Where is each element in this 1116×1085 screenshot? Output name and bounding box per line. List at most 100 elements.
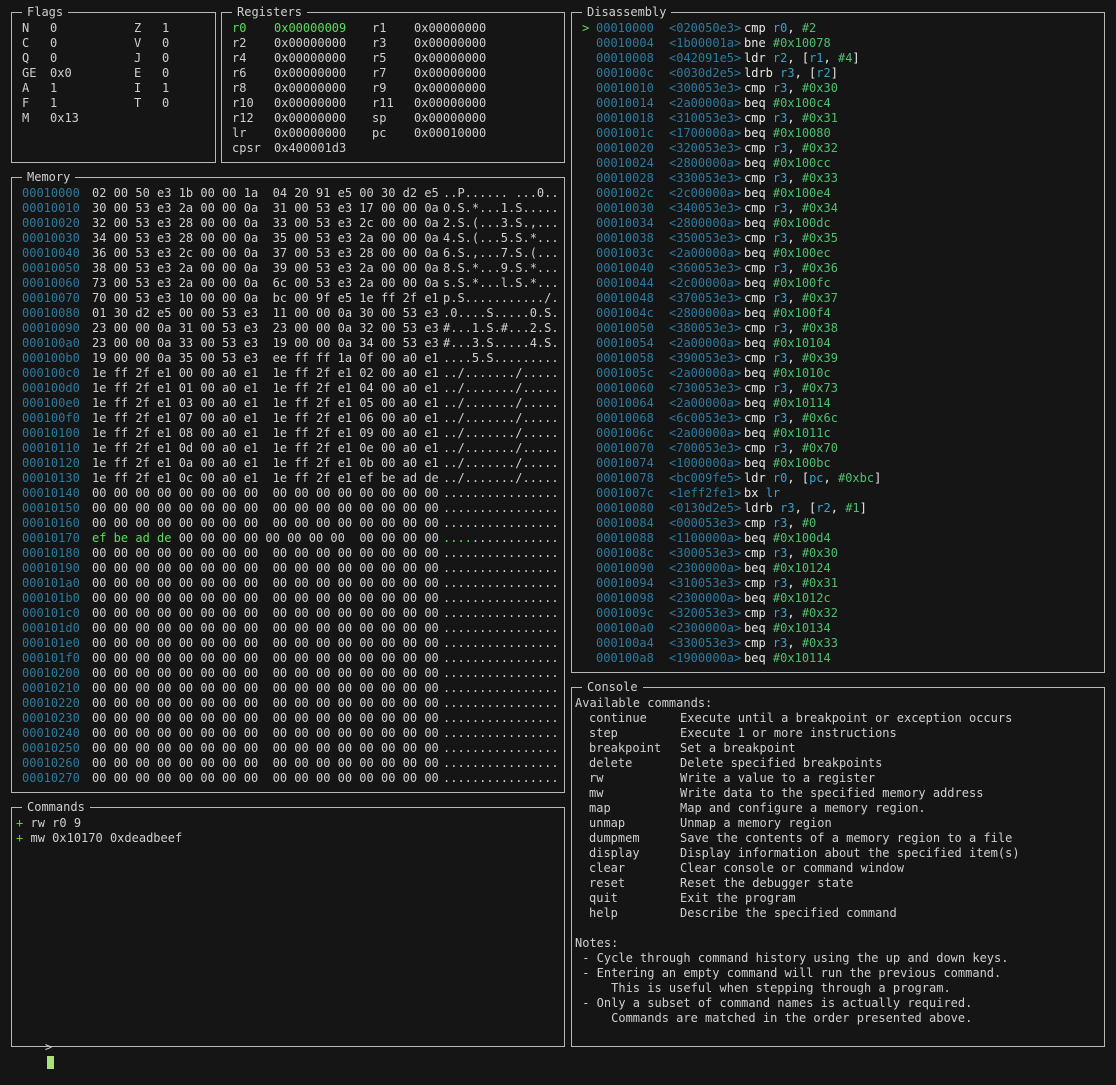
disassembly-row[interactable]: 00010070 <700053e3> cmp r3, #0x70	[582, 441, 1102, 456]
disassembly-row[interactable]: 00010004 <1b00001a> bne #0x10078	[582, 36, 1102, 51]
console-command-name: delete	[589, 756, 633, 770]
memory-address: 000101f0	[22, 651, 80, 665]
disassembly-row[interactable]: 00010044 <2c00000a> beq #0x100fc	[582, 276, 1102, 291]
disassembly-row[interactable]: 0001007c <1eff2fe1> bx lr	[582, 486, 1102, 501]
disassembly-row[interactable]: 000100a4 <330053e3> cmp r3, #0x33	[582, 636, 1102, 651]
memory-ascii: ................	[443, 771, 559, 786]
memory-panel[interactable]: Memory 00010000 02 00 50 e3 1b 00 00 1a 0…	[11, 169, 565, 793]
flag-value: 0	[50, 21, 58, 35]
disassembly-row[interactable]: 0001000c <0030d2e5> ldrb r3, [r2]	[582, 66, 1102, 81]
instruction-text: beq #0x1011c	[744, 426, 831, 441]
console-command-entry: display Display information about the spe…	[575, 846, 1095, 861]
instruction-bytes: <2a00000a>	[669, 366, 742, 380]
disassembly-row[interactable]: 00010028 <330053e3> cmp r3, #0x33	[582, 171, 1102, 186]
disassembly-row[interactable]: 00010090 <2300000a> beq #0x10124	[582, 561, 1102, 576]
disassembly-row[interactable]: 0001001c <1700000a> beq #0x10080	[582, 126, 1102, 141]
command-history-item[interactable]: + mw 0x10170 0xdeadbeef	[16, 831, 182, 846]
disassembly-row[interactable]: 00010030 <340053e3> cmp r3, #0x34	[582, 201, 1102, 216]
memory-hex-bytes: 19 00 00 0a 35 00 53 e3 ee ff ff 1a 0f 0…	[92, 351, 439, 365]
disassembly-row[interactable]: 0001009c <320053e3> cmp r3, #0x32	[582, 606, 1102, 621]
instruction-address: 00010068	[596, 411, 654, 425]
instruction-address: 00010090	[596, 561, 654, 575]
disassembly-row[interactable]: 00010010 <300053e3> cmp r3, #0x30	[582, 81, 1102, 96]
disassembly-row[interactable]: 00010008 <042091e5> ldr r2, [r1, #4]	[582, 51, 1102, 66]
instruction-address: 00010024	[596, 156, 654, 170]
operand-immediate: #0x30	[801, 546, 838, 560]
memory-hex: 00 00 00 00 00 00 00 00 00 00 00 00 00 0…	[92, 501, 439, 516]
memory-row: 000100c0 1e ff 2f e1 00 00 a0 e1 1e ff 2f…	[22, 366, 559, 381]
flags-panel: Flags N 0 Z 1 C 0 V 0 Q 0 J 0 GE 0x0 E 0 A 1 I 1 F 1 T 0 M 0x13	[11, 4, 216, 163]
disassembly-row[interactable]: 00010094 <310053e3> cmp r3, #0x31	[582, 576, 1102, 591]
disassembly-row[interactable]: 000100a8 <1900000a> beq #0x10114	[582, 651, 1102, 666]
disassembly-row[interactable]: 00010048 <370053e3> cmp r3, #0x37	[582, 291, 1102, 306]
disassembly-row[interactable]: 00010038 <350053e3> cmp r3, #0x35	[582, 231, 1102, 246]
command-history-item[interactable]: + rw r0 9	[16, 816, 182, 831]
memory-ascii-text: ................	[443, 606, 559, 620]
console-command-entry: delete Delete specified breakpoints	[575, 756, 1095, 771]
operand-register: r3	[772, 321, 788, 335]
disassembly-row[interactable]: 0001006c <2a00000a> beq #0x1011c	[582, 426, 1102, 441]
disassembly-row[interactable]: 00010060 <730053e3> cmp r3, #0x73	[582, 381, 1102, 396]
commands-panel[interactable]: Commands + rw r0 9 + mw 0x10170 0xdeadbee…	[11, 799, 565, 1069]
disassembly-row[interactable]: 00010058 <390053e3> cmp r3, #0x39	[582, 351, 1102, 366]
disassembly-row[interactable]: 00010040 <360053e3> cmp r3, #0x36	[582, 261, 1102, 276]
disassembly-row[interactable]: 00010018 <310053e3> cmp r3, #0x31	[582, 111, 1102, 126]
memory-ascii: ../......./.....	[443, 396, 559, 411]
operand-punctuation: ]	[830, 66, 838, 80]
memory-address: 000100e0	[22, 396, 80, 410]
instruction-mnemonic: cmp	[744, 441, 766, 455]
instruction-bytes: <bc009fe5>	[669, 471, 742, 485]
memory-ascii-text: ................	[443, 726, 559, 740]
disassembly-row[interactable]: 0001002c <2c00000a> beq #0x100e4	[582, 186, 1102, 201]
command-prompt-line[interactable]: >	[16, 1025, 54, 1069]
register-row: cpsr 0x400001d3	[232, 141, 552, 156]
instruction-mnemonic: cmp	[744, 171, 766, 185]
console-command-entry: continue Execute until a breakpoint or ex…	[575, 711, 1095, 726]
disassembly-row[interactable]: 0001008c <300053e3> cmp r3, #0x30	[582, 546, 1102, 561]
disassembly-row[interactable]: 0001003c <2a00000a> beq #0x100ec	[582, 246, 1102, 261]
memory-ascii: ................	[443, 561, 559, 576]
disassembly-row[interactable]: 000100a0 <2300000a> beq #0x10134	[582, 621, 1102, 636]
operand-punctuation: ,	[787, 171, 802, 185]
operand-immediate: #0x10078	[772, 36, 831, 50]
disassembly-row[interactable]: 00010050 <380053e3> cmp r3, #0x38	[582, 321, 1102, 336]
console-spacer	[575, 921, 1095, 936]
disassembly-row[interactable]: 00010014 <2a00000a> beq #0x100c4	[582, 96, 1102, 111]
disassembly-row[interactable]: 00010068 <6c0053e3> cmp r3, #0x6c	[582, 411, 1102, 426]
disassembly-panel[interactable]: Disassembly >00010000 <020050e3> cmp r0, #…	[571, 4, 1105, 673]
disassembly-row[interactable]: 00010078 <bc009fe5> ldr r0, [pc, #0xbc]	[582, 471, 1102, 486]
instruction-mnemonic: beq	[744, 276, 766, 290]
instruction-mnemonic: cmp	[744, 636, 766, 650]
memory-ascii-text: ../......./.....	[443, 426, 559, 440]
disassembly-row[interactable]: >00010000 <020050e3> cmp r0, #2	[582, 21, 1102, 36]
instruction-bytes: <2c00000a>	[669, 276, 742, 290]
disassembly-row[interactable]: 00010088 <1100000a> beq #0x100d4	[582, 531, 1102, 546]
memory-ascii: ../......./.....	[443, 381, 559, 396]
register-row: r8 0x00000000 r9 0x00000000	[232, 81, 552, 96]
disassembly-row[interactable]: 00010080 <0130d2e5> ldrb r3, [r2, #1]	[582, 501, 1102, 516]
operand-immediate: #0x35	[801, 231, 838, 245]
disassembly-row[interactable]: 00010064 <2a00000a> beq #0x10114	[582, 396, 1102, 411]
memory-hex-bytes: 38 00 53 e3 2a 00 00 0a 39 00 53 e3 2a 0…	[92, 261, 439, 275]
memory-hex-bytes: 1e ff 2f e1 00 00 a0 e1 1e ff 2f e1 02 0…	[92, 366, 439, 380]
console-command-entry: map Map and configure a memory region.	[575, 801, 1095, 816]
disassembly-row[interactable]: 00010054 <2a00000a> beq #0x10104	[582, 336, 1102, 351]
disassembly-row[interactable]: 0001005c <2a00000a> beq #0x1010c	[582, 366, 1102, 381]
memory-ascii: ....5.S.........	[443, 351, 559, 366]
console-command-entry: clear Clear console or command window	[575, 861, 1095, 876]
console-panel[interactable]: Console Available commands: continue Execu…	[571, 679, 1105, 1047]
instruction-text: beq #0x100d4	[744, 531, 831, 546]
memory-hex-bytes: 00 00 00 00 00 00 00 00 00 00 00 00 00 0…	[92, 636, 439, 650]
disassembly-row[interactable]: 00010024 <2800000a> beq #0x100cc	[582, 156, 1102, 171]
instruction-address: 0001009c	[596, 606, 654, 620]
disassembly-row[interactable]: 00010074 <1000000a> beq #0x100bc	[582, 456, 1102, 471]
disassembly-row[interactable]: 00010084 <000053e3> cmp r3, #0	[582, 516, 1102, 531]
disassembly-row[interactable]: 00010098 <2300000a> beq #0x1012c	[582, 591, 1102, 606]
instruction-text: beq #0x10114	[744, 651, 831, 666]
disassembly-row[interactable]: 00010020 <320053e3> cmp r3, #0x32	[582, 141, 1102, 156]
instruction-address: 00010070	[596, 441, 654, 455]
disassembly-row[interactable]: 00010034 <2800000a> beq #0x100dc	[582, 216, 1102, 231]
disassembly-row[interactable]: 0001004c <2800000a> beq #0x100f4	[582, 306, 1102, 321]
console-command-desc: Map and configure a memory region.	[680, 801, 926, 815]
instruction-address: 00010064	[596, 396, 654, 410]
